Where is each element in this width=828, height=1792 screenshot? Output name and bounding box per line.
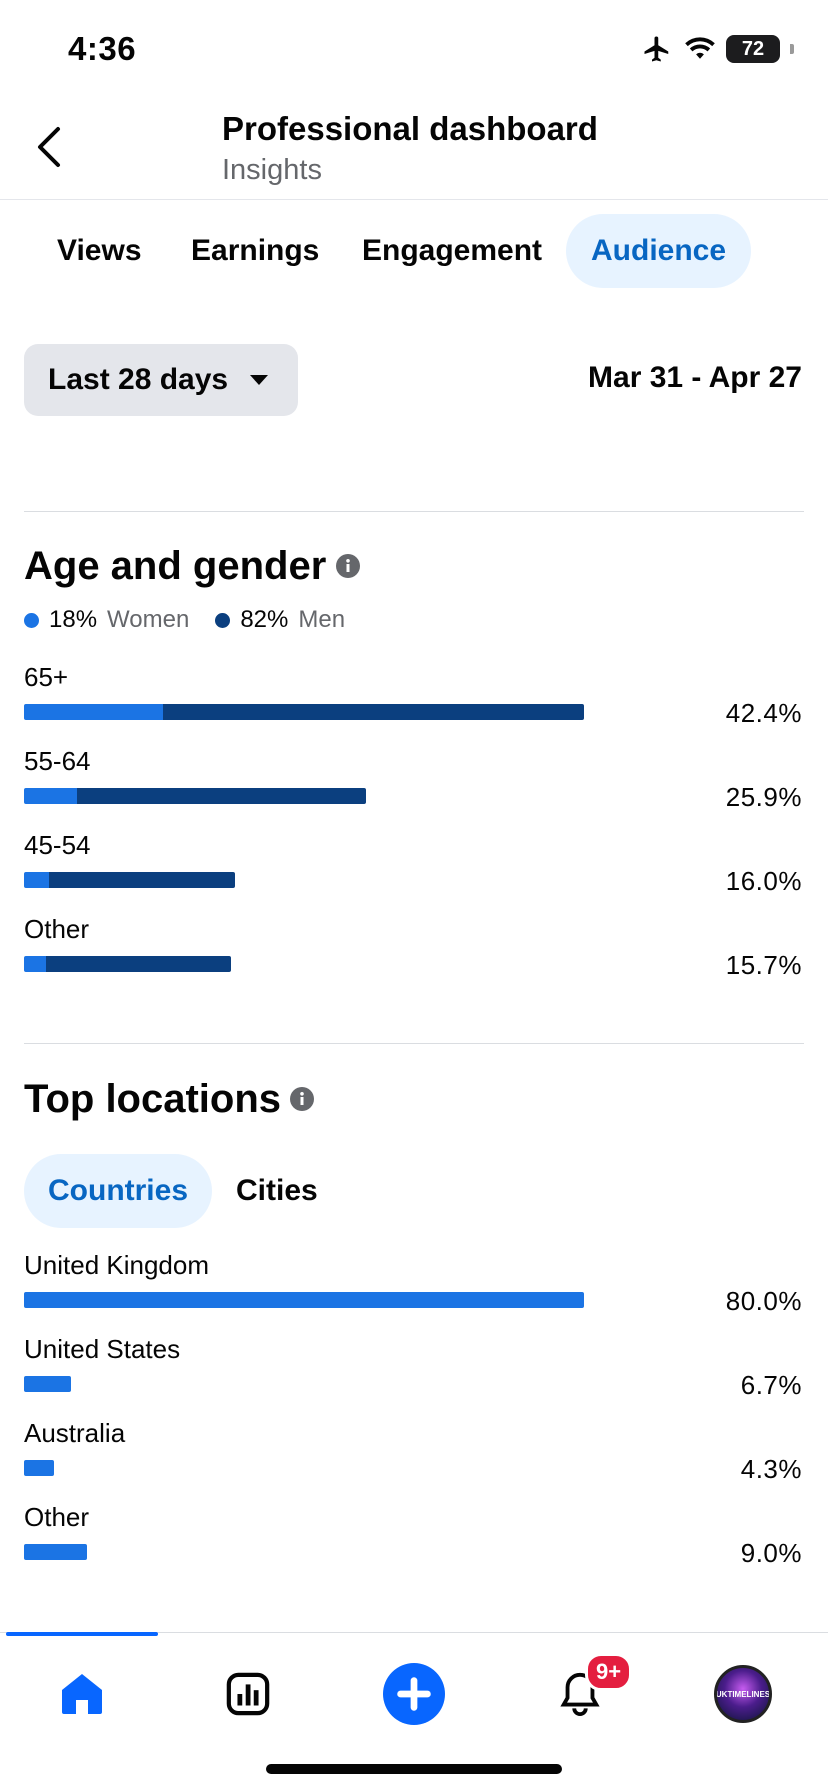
age-row-percent: 25.9% (725, 782, 802, 812)
men-dot (215, 612, 231, 628)
tab-engagement[interactable]: Engagement (337, 214, 567, 288)
men-bar-segment (49, 872, 236, 888)
age-row-label: 65+ (24, 662, 69, 692)
location-row-label: Other (24, 1502, 90, 1532)
age-bar (24, 872, 236, 888)
airplane-icon (644, 36, 669, 62)
women-dot (24, 612, 39, 628)
men-bar-segment (162, 704, 584, 720)
location-row-label: United States (24, 1334, 181, 1364)
home-indicator (266, 1764, 562, 1774)
nav-insights[interactable] (213, 1659, 283, 1729)
women-value: 18% (49, 606, 98, 633)
page-title: Professional dashboard (222, 110, 598, 147)
page-subtitle: Insights (222, 154, 322, 186)
date-range-dropdown[interactable]: Last 28 days (24, 344, 298, 416)
location-row-percent: 80.0% (725, 1286, 802, 1316)
tab-bar: Views Earnings Engagement Audience (0, 214, 828, 288)
wifi-icon (685, 37, 715, 59)
women-label: Women (107, 606, 190, 633)
age-bar (24, 704, 584, 720)
info-icon[interactable] (336, 554, 360, 578)
age-row-percent: 16.0% (725, 866, 802, 896)
age-bar (24, 788, 367, 804)
date-range-text: Mar 31 - Apr 27 (588, 361, 802, 394)
age-row-label: 55-64 (24, 746, 91, 776)
men-label: Men (298, 606, 346, 633)
nav-notifications[interactable]: 9+ (545, 1653, 633, 1729)
men-bar-segment (46, 956, 232, 972)
top-locations-title: Top locations (24, 1077, 282, 1121)
status-icons: 72 (640, 34, 794, 64)
location-row-percent: 9.0% (740, 1538, 802, 1568)
location-bar (24, 1460, 55, 1476)
location-row-percent: 6.7% (740, 1370, 802, 1400)
notification-badge: 9+ (585, 1653, 633, 1691)
men-bar-segment (76, 788, 367, 804)
age-row-percent: 15.7% (725, 950, 802, 980)
battery-icon: 72 (726, 35, 780, 63)
tab-countries[interactable]: Countries (24, 1154, 213, 1228)
age-row-label: Other (24, 914, 90, 944)
gender-legend: 18% Women 82% Men (24, 606, 371, 634)
status-bar: 4:36 72 (0, 0, 828, 96)
date-range-label: Last 28 days (48, 363, 229, 396)
location-row-percent: 4.3% (740, 1454, 802, 1484)
men-value: 82% (240, 606, 289, 633)
info-icon[interactable] (290, 1087, 314, 1111)
divider (24, 1043, 804, 1044)
location-bar-fill (24, 1544, 87, 1560)
location-row-label: United Kingdom (24, 1250, 209, 1280)
age-bar (24, 956, 232, 972)
location-bar (24, 1376, 71, 1392)
location-bar (24, 1292, 584, 1308)
location-bar (24, 1544, 87, 1560)
insights-icon (226, 1672, 270, 1716)
tab-views[interactable]: Views (32, 214, 167, 288)
nav-profile[interactable]: UKTIMELINES (708, 1659, 778, 1729)
tab-earnings[interactable]: Earnings (166, 214, 344, 288)
women-bar-segment (24, 704, 163, 720)
location-bar-fill (24, 1376, 71, 1392)
age-gender-title: Age and gender (24, 544, 327, 588)
location-bar-fill (24, 1460, 55, 1476)
avatar: UKTIMELINES (714, 1665, 772, 1723)
home-icon (62, 1674, 102, 1714)
create-icon (383, 1663, 445, 1725)
location-bar-fill (24, 1292, 584, 1308)
location-row-label: Australia (24, 1418, 126, 1448)
chevron-left-icon (38, 127, 60, 167)
nav-create[interactable] (379, 1659, 449, 1729)
battery-tip (790, 44, 794, 54)
back-button[interactable] (26, 122, 70, 172)
women-bar-segment (24, 956, 47, 972)
nav-active-indicator (6, 1632, 158, 1636)
age-row-percent: 42.4% (725, 698, 802, 728)
header: Professional dashboard Insights (0, 96, 828, 200)
caret-down-icon (250, 375, 268, 385)
age-row-label: 45-54 (24, 830, 91, 860)
women-bar-segment (24, 872, 50, 888)
status-time: 4:36 (68, 30, 137, 67)
tab-audience[interactable]: Audience (566, 214, 752, 288)
tab-cities[interactable]: Cities (212, 1154, 342, 1228)
divider (24, 511, 804, 512)
women-bar-segment (24, 788, 77, 804)
nav-home[interactable] (47, 1659, 117, 1729)
